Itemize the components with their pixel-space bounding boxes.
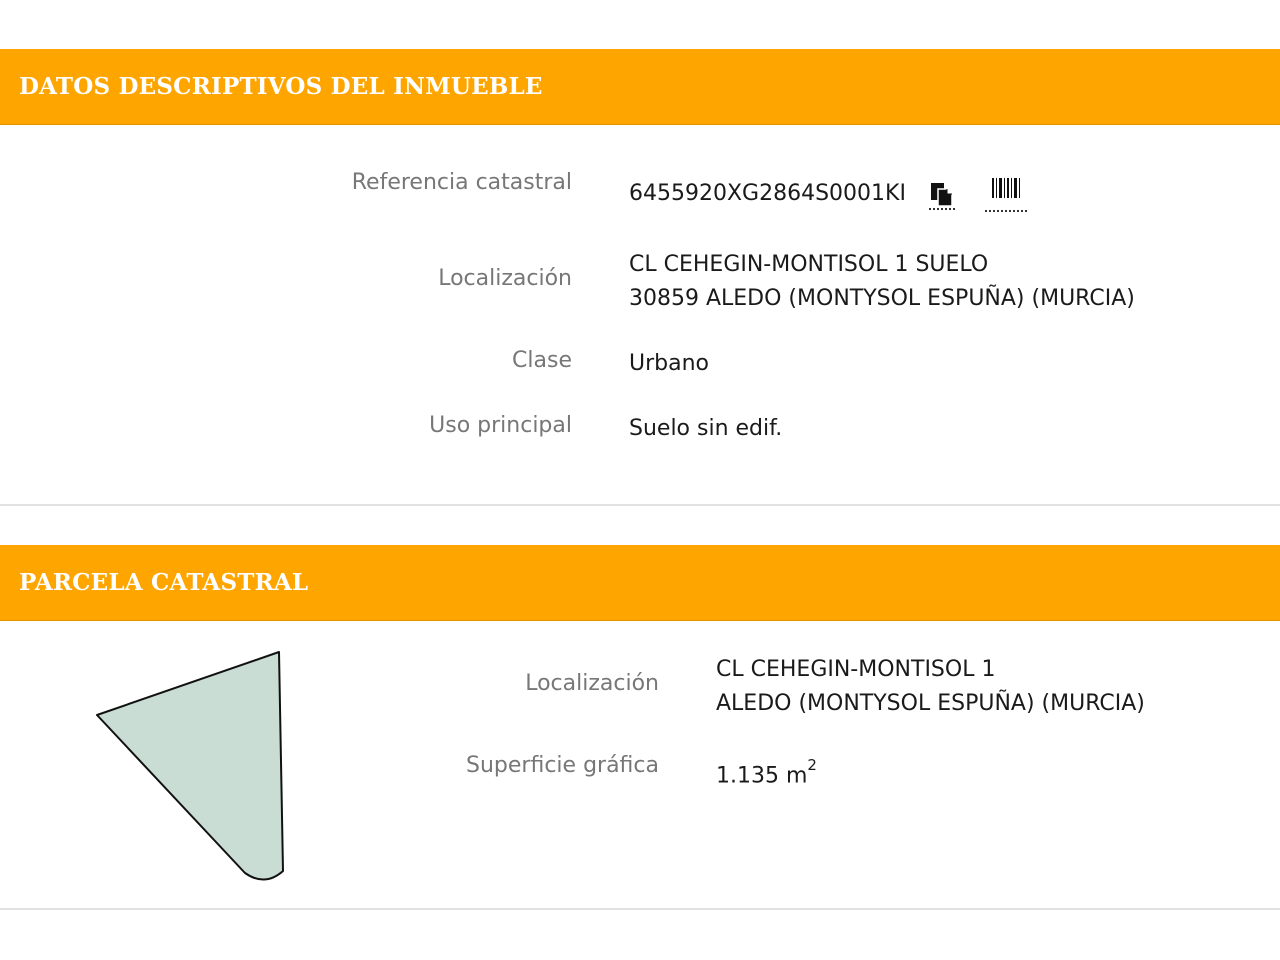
localizacion-line1: CL CEHEGIN-MONTISOL 1 SUELO [629, 252, 989, 277]
parcela-localizacion-label: Localización [525, 671, 659, 696]
barcode-icon[interactable] [985, 176, 1027, 212]
clase-label: Clase [512, 348, 572, 373]
localizacion-label: Localización [438, 266, 572, 291]
section-divider [0, 504, 1280, 506]
section-header-datos-descriptivos: DATOS DESCRIPTIVOS DEL INMUEBLE [0, 49, 1280, 125]
superficie-grafica-label: Superficie gráfica [466, 753, 659, 778]
parcela-localizacion-line1: CL CEHEGIN-MONTISOL 1 [716, 657, 996, 682]
section-divider [0, 908, 1280, 910]
superficie-grafica-value: 1.135 m2 [716, 752, 817, 793]
section-header-parcela-catastral: PARCELA CATASTRAL [0, 545, 1280, 621]
copy-link-underline [929, 208, 955, 210]
uso-principal-label: Uso principal [429, 413, 572, 438]
uso-principal-value: Suelo sin edif. [629, 416, 783, 441]
superficie-unit-exponent: 2 [807, 756, 817, 774]
clase-value: Urbano [629, 351, 709, 376]
parcela-localizacion-line2: ALEDO (MONTYSOL ESPUÑA) (MURCIA) [716, 691, 1145, 716]
section-title: PARCELA CATASTRAL [19, 569, 309, 596]
barcode-link-underline [985, 210, 1027, 212]
referencia-catastral-value: 6455920XG2864S0001KI [629, 181, 906, 206]
parcel-shape-image[interactable] [90, 645, 300, 890]
superficie-number: 1.135 m [716, 763, 808, 789]
section-title: DATOS DESCRIPTIVOS DEL INMUEBLE [19, 73, 543, 100]
copy-icon[interactable] [929, 180, 955, 210]
referencia-catastral-label: Referencia catastral [351, 170, 572, 195]
localizacion-line2: 30859 ALEDO (MONTYSOL ESPUÑA) (MURCIA) [629, 286, 1135, 311]
